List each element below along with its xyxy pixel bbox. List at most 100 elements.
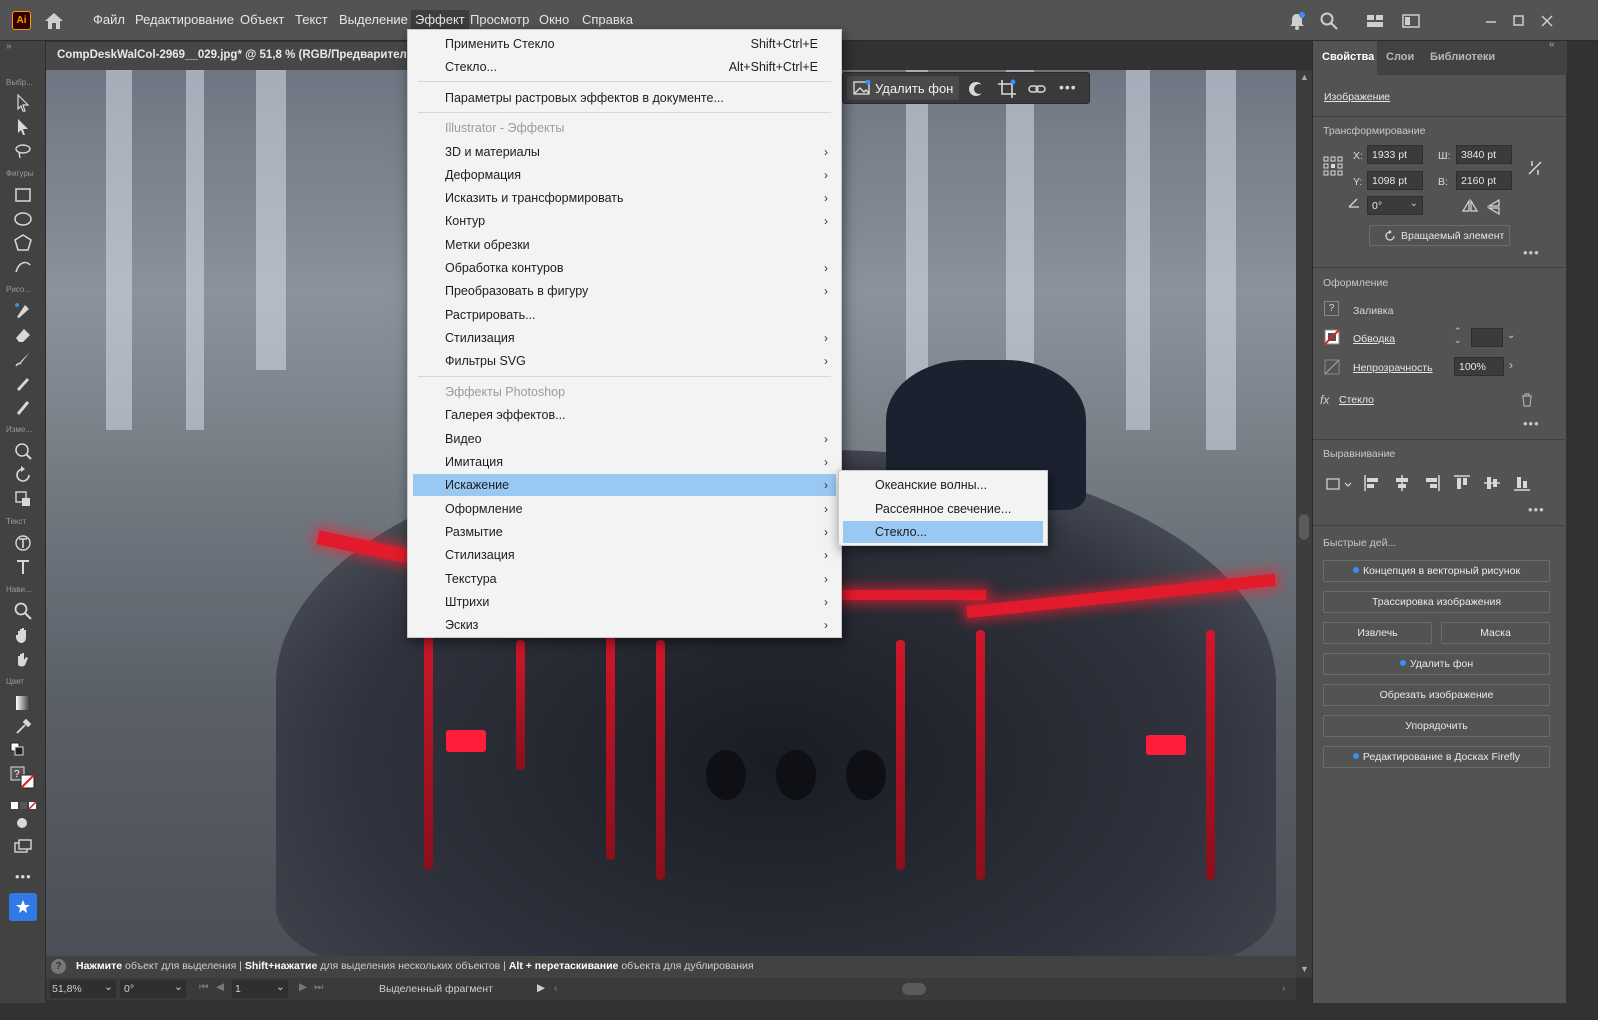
draw-mode-icon[interactable]: [13, 813, 33, 833]
menu-stylize-photoshop[interactable]: Стилизация ›: [413, 544, 836, 566]
menu-view[interactable]: Просмотр: [470, 12, 529, 27]
collapse-panel-icon[interactable]: «: [1549, 39, 1555, 50]
rotate-view-tool-icon[interactable]: [13, 649, 33, 669]
quick-action-mask[interactable]: Маска: [1441, 622, 1550, 644]
menu-distort[interactable]: Искажение ›: [413, 474, 836, 496]
fill-stroke-swatch-icon[interactable]: ?: [9, 765, 39, 791]
menu-brush-strokes[interactable]: Штрихи ›: [413, 591, 836, 613]
align-horizontal-center-icon[interactable]: [1393, 474, 1411, 492]
trash-icon[interactable]: [1521, 393, 1533, 407]
free-transform-tool-icon[interactable]: [13, 489, 33, 509]
menu-texture[interactable]: Текстура ›: [413, 568, 836, 590]
menu-appearance[interactable]: Оформление ›: [413, 498, 836, 520]
menu-convert-to-shape[interactable]: Преобразовать в фигуру ›: [413, 280, 836, 302]
angle-input[interactable]: 0° ⌄: [1367, 196, 1423, 215]
opacity-label[interactable]: Непрозрачность: [1353, 362, 1433, 374]
stroke-weight-dropdown-icon[interactable]: ⌄: [1507, 330, 1515, 341]
more-transform-icon[interactable]: •••: [1523, 245, 1540, 260]
constrain-proportions-icon[interactable]: [1526, 159, 1544, 177]
zoom-tool-icon[interactable]: [13, 601, 33, 621]
menu-video[interactable]: Видео ›: [413, 428, 836, 450]
generative-tool-button[interactable]: [9, 893, 37, 921]
submenu-ocean-ripple[interactable]: Океанские волны...: [843, 474, 1043, 496]
menu-effect-gallery[interactable]: Галерея эффектов...: [413, 404, 836, 426]
opacity-input[interactable]: 100%: [1454, 357, 1504, 376]
maximize-icon[interactable]: [1512, 11, 1526, 31]
ellipse-tool-icon[interactable]: [13, 209, 33, 229]
menu-stylize-illustrator[interactable]: Стилизация ›: [413, 327, 836, 349]
menu-sketch[interactable]: Эскиз ›: [413, 614, 836, 636]
rectangle-tool-icon[interactable]: [13, 185, 33, 205]
eraser-tool-icon[interactable]: [13, 325, 33, 345]
rotate-element-button[interactable]: Вращаемый элемент: [1369, 225, 1510, 246]
pen-tool-icon[interactable]: [13, 301, 33, 321]
menu-3d-materials[interactable]: 3D и материалы ›: [413, 141, 836, 163]
stroke-stepper-icon[interactable]: ⌃ ⌄: [1454, 327, 1462, 345]
zoom-field[interactable]: 51,8% ⌄: [50, 980, 116, 998]
type-on-path-tool-icon[interactable]: [13, 533, 33, 553]
arrange-icon[interactable]: [1401, 11, 1421, 31]
applied-effect-glass[interactable]: Стекло: [1339, 394, 1374, 406]
warp-tool-icon[interactable]: [13, 441, 33, 461]
menu-crop-marks[interactable]: Метки обрезки: [413, 234, 836, 256]
flip-horizontal-icon[interactable]: [1462, 199, 1478, 213]
menu-blur[interactable]: Размытие ›: [413, 521, 836, 543]
more-appearance-icon[interactable]: •••: [1523, 416, 1540, 431]
fill-swatch-unknown-icon[interactable]: ?: [1324, 301, 1339, 316]
remove-bg-button[interactable]: Удалить фон: [847, 76, 959, 100]
quick-action-vectorize[interactable]: Концепция в векторный рисунок: [1323, 560, 1550, 582]
minimize-icon[interactable]: [1484, 11, 1498, 31]
rotate-tool-icon[interactable]: [13, 465, 33, 485]
scrollbar-thumb[interactable]: [1299, 514, 1309, 540]
menu-effect[interactable]: Эффект: [411, 10, 469, 29]
type-tool-icon[interactable]: [13, 557, 33, 577]
workspace-icon[interactable]: [1365, 11, 1385, 31]
quick-action-image-trace[interactable]: Трассировка изображения: [1323, 591, 1550, 613]
height-input[interactable]: 2160 pt: [1456, 171, 1512, 190]
align-bottom-icon[interactable]: [1513, 474, 1531, 492]
document-tab[interactable]: CompDeskWalCol-2969__029.jpg* @ 51,8 % (…: [46, 42, 416, 70]
x-input[interactable]: 1933 pt: [1367, 145, 1423, 164]
menu-path[interactable]: Контур ›: [413, 210, 836, 232]
width-input[interactable]: 3840 pt: [1456, 145, 1512, 164]
menu-warp[interactable]: Деформация ›: [413, 164, 836, 186]
menu-distort-transform[interactable]: Исказить и трансформировать ›: [413, 187, 836, 209]
scroll-left-icon[interactable]: ‹: [554, 982, 558, 994]
scroll-down-icon[interactable]: ▼: [1300, 964, 1309, 974]
tab-properties[interactable]: Свойства: [1322, 51, 1374, 63]
lasso-tool-icon[interactable]: [13, 141, 33, 161]
menu-svg-filters[interactable]: Фильтры SVG ›: [413, 350, 836, 372]
opacity-chevron-icon[interactable]: ›: [1509, 358, 1513, 372]
submenu-glass[interactable]: Стекло...: [843, 521, 1043, 543]
mask-icon[interactable]: [967, 80, 985, 98]
pencil-tool-icon[interactable]: [13, 373, 33, 393]
quick-action-crop-image[interactable]: Обрезать изображение: [1323, 684, 1550, 706]
stroke-weight-input[interactable]: [1471, 328, 1503, 347]
help-icon[interactable]: ?: [51, 959, 66, 974]
hand-tool-icon[interactable]: [13, 625, 33, 645]
prev-artboard-icon[interactable]: ◀: [216, 981, 224, 993]
stroke-swatch-none-icon[interactable]: [1324, 329, 1340, 345]
close-icon[interactable]: [1540, 11, 1554, 31]
y-input[interactable]: 1098 pt: [1367, 171, 1423, 190]
quick-action-firefly-boards[interactable]: Редактирование в Досках Firefly: [1323, 746, 1550, 768]
polygon-tool-icon[interactable]: [13, 233, 33, 253]
collapse-chevrons-icon[interactable]: »: [6, 41, 12, 52]
shaper-tool-icon[interactable]: [13, 257, 33, 277]
menu-edit[interactable]: Редактирование: [135, 12, 234, 27]
tab-layers[interactable]: Слои: [1386, 51, 1414, 63]
quick-action-remove-bg[interactable]: Удалить фон: [1323, 653, 1550, 675]
quick-action-arrange[interactable]: Упорядочить: [1323, 715, 1550, 737]
menu-raster-settings[interactable]: Параметры растровых эффектов в документе…: [413, 87, 836, 109]
crop-icon[interactable]: [997, 79, 1017, 99]
stroke-label[interactable]: Обводка: [1353, 333, 1395, 345]
artboard-field[interactable]: 1 ⌄: [232, 980, 288, 998]
link-icon[interactable]: [1027, 80, 1047, 98]
status-menu-arrow-icon[interactable]: ▶: [537, 982, 545, 994]
menu-apply-last-effect[interactable]: Применить Стекло Shift+Ctrl+E: [413, 33, 836, 55]
align-vertical-center-icon[interactable]: [1483, 474, 1501, 492]
eyedropper-tool-icon[interactable]: [13, 717, 33, 737]
default-colors-icon[interactable]: [9, 741, 29, 761]
menu-last-effect[interactable]: Стекло... Alt+Shift+Ctrl+E: [413, 56, 836, 78]
quick-action-extract[interactable]: Извлечь: [1323, 622, 1432, 644]
